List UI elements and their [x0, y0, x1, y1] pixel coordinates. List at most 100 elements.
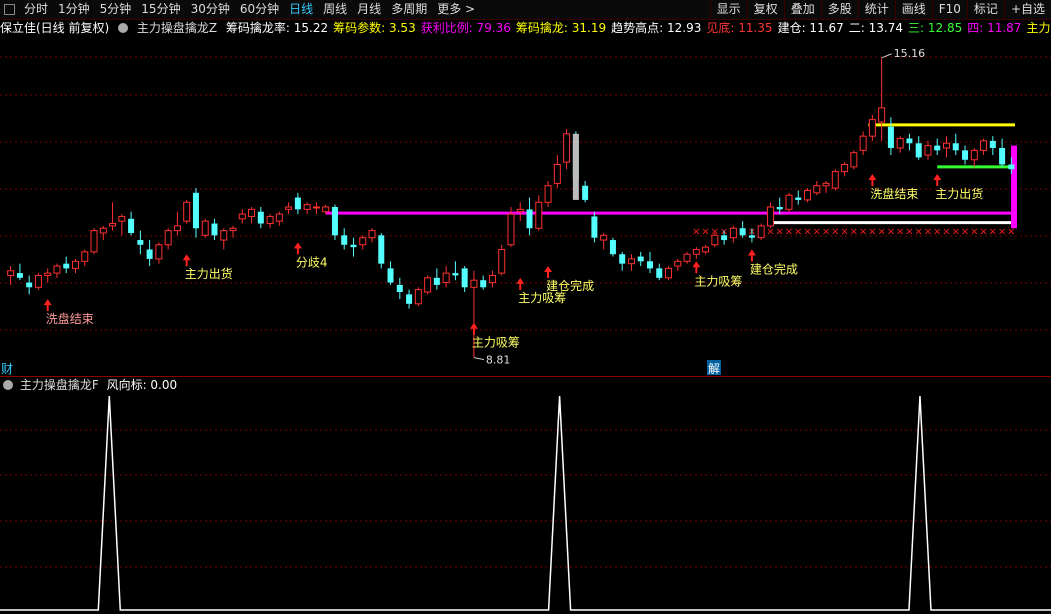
- period-tab[interactable]: 30分钟: [186, 0, 235, 19]
- sub-indicator-name[interactable]: 主力操盘擒龙F: [20, 378, 99, 392]
- period-tab[interactable]: 1分钟: [53, 0, 95, 19]
- candle-body: [850, 152, 858, 168]
- period-tab[interactable]: 分时: [19, 0, 53, 19]
- candle-body: [341, 235, 348, 245]
- candle-body: [906, 138, 913, 144]
- candle-body: [312, 206, 320, 209]
- period-tab[interactable]: 多周期: [386, 0, 432, 19]
- period-tab[interactable]: 月线: [352, 0, 386, 19]
- support-x-mark: ×: [850, 226, 858, 237]
- up-arrow-icon: [43, 299, 52, 312]
- toolbar-button[interactable]: 复权: [746, 0, 784, 19]
- candle-body: [970, 149, 978, 161]
- candle-body: [739, 228, 746, 236]
- indicator-value: 主力筹码: [1026, 21, 1051, 35]
- finance-marker: 财: [1, 362, 13, 376]
- level-bracket: [1011, 145, 1017, 229]
- toolbar-button[interactable]: 标记: [966, 0, 1004, 19]
- candle-body: [433, 277, 440, 285]
- up-arrow-icon: [469, 322, 478, 335]
- support-x-mark: ×: [896, 226, 904, 237]
- candle-body: [646, 261, 653, 269]
- candle-body: [118, 215, 126, 222]
- indicator-value: 建仓: 11.67: [777, 21, 844, 35]
- period-tab[interactable]: 更多 >: [432, 0, 480, 19]
- candle-body: [674, 260, 682, 267]
- toolbar-button[interactable]: 多股: [820, 0, 858, 19]
- candle-body: [303, 204, 311, 210]
- support-x-mark: ×: [840, 226, 848, 237]
- candle-body: [201, 220, 209, 236]
- toolbar-button[interactable]: 叠加: [783, 0, 821, 19]
- candle-body: [146, 249, 153, 259]
- up-arrow-icon: [182, 254, 191, 267]
- indicator-values: 筹码擒龙率: 15.22 筹码参数: 3.53 获利比例: 79.36 筹码擒龙: 3…: [226, 21, 1051, 35]
- candle-body: [795, 197, 802, 200]
- period-tab[interactable]: 60分钟: [235, 0, 284, 19]
- candle-body: [721, 235, 728, 241]
- candle-body: [656, 268, 663, 278]
- support-x-mark: ×: [859, 226, 867, 237]
- candle-body: [804, 189, 812, 201]
- toolbar-button[interactable]: 画线: [894, 0, 932, 19]
- candle-body: [692, 249, 700, 255]
- candle-body: [53, 265, 61, 274]
- support-x-mark: ×: [942, 226, 950, 237]
- toolbar-button[interactable]: +自选: [1003, 0, 1051, 19]
- toolbar-button[interactable]: 显示: [709, 0, 747, 19]
- candle-body: [683, 253, 691, 262]
- period-toolbar: 分时 1分钟 5分钟 15分钟 30分钟 60分钟 日线 周线 月线 多周期 更多 > 显示 复权 叠加…: [0, 0, 1051, 20]
- period-tab[interactable]: 周线: [318, 0, 352, 19]
- indicator-value: 筹码参数: 3.53: [333, 21, 416, 35]
- sub-indicator-chart[interactable]: [0, 394, 1051, 612]
- support-x-mark: ×: [998, 226, 1006, 237]
- support-x-mark: ×: [1007, 226, 1015, 237]
- candle-body: [582, 185, 589, 200]
- candle-body: [470, 279, 478, 288]
- signal-label: 主力出货: [935, 186, 983, 201]
- support-x-mark: ×: [924, 226, 932, 237]
- candle-body: [813, 185, 821, 194]
- candle-body: [257, 211, 264, 224]
- toolbar-button[interactable]: 统计: [857, 0, 895, 19]
- period-tabs: 分时 1分钟 5分钟 15分钟 30分钟 60分钟 日线 周线 月线 多周期 更多 >: [0, 0, 710, 19]
- candle-body: [7, 270, 15, 276]
- support-x-mark: ×: [813, 226, 821, 237]
- up-arrow-icon: [868, 173, 877, 186]
- toolbar-button[interactable]: F10: [931, 0, 967, 19]
- candle-body: [211, 223, 218, 236]
- low-pointer: [473, 357, 485, 361]
- candle-body: [378, 235, 385, 264]
- settings-circle-icon[interactable]: [118, 23, 129, 33]
- candle-body: [766, 206, 774, 227]
- candle-body: [924, 145, 932, 156]
- settings-circle-icon[interactable]: [3, 380, 13, 390]
- signal-label: 主力吸筹: [472, 336, 520, 350]
- indicator-name[interactable]: 主力操盘擒龙Z: [137, 21, 217, 35]
- candle-body: [859, 135, 867, 151]
- candle-body: [442, 272, 450, 284]
- candle-body: [1008, 164, 1015, 170]
- candle-body: [822, 182, 830, 187]
- candlestick-chart[interactable]: ×××××××××××××××××××××××××××××××××××15.16…: [0, 37, 1051, 377]
- candle-body: [915, 143, 922, 158]
- signal-label: 建仓完成: [750, 262, 798, 277]
- stock-name[interactable]: 保立佳(日线 前复权): [0, 21, 109, 35]
- support-x-mark: ×: [692, 226, 700, 237]
- indicator-info-bar: 保立佳(日线 前复权) 主力操盘擒龙Z 筹码擒龙率: 15.22 筹码参数: 3.…: [0, 20, 1051, 37]
- candle-body: [266, 215, 274, 225]
- signal-label: 洗盘结束: [46, 311, 94, 326]
- candle-body: [498, 249, 506, 274]
- support-x-mark: ×: [785, 226, 793, 237]
- price-low-label: 8.81: [486, 354, 511, 367]
- period-tab[interactable]: 5分钟: [95, 0, 137, 19]
- candle-body: [275, 213, 283, 222]
- candle-body: [192, 192, 199, 229]
- candle-body: [488, 274, 496, 284]
- signal-label: 主力吸筹: [694, 274, 742, 288]
- candle-body: [943, 142, 951, 149]
- candle-body: [44, 272, 52, 276]
- period-tab[interactable]: 15分钟: [136, 0, 185, 19]
- square-icon[interactable]: [4, 4, 15, 15]
- period-tab[interactable]: 日线: [284, 0, 318, 19]
